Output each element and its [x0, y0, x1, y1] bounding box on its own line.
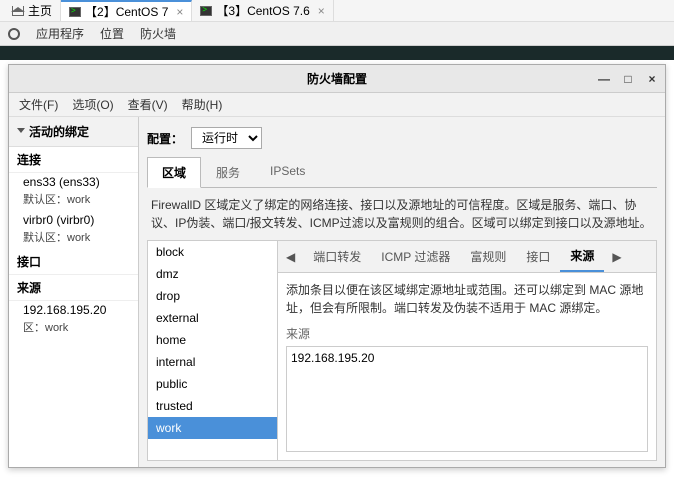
bindings-pane: 活动的绑定 连接 ens33 (ens33) 默认区：work virbr0 (… [9, 117, 139, 467]
scroll-right-icon[interactable]: ▶ [604, 246, 629, 268]
firewall-window: 防火墙配置 — □ × 文件(F) 选项(O) 查看(V) 帮助(H) 活动的绑… [8, 64, 666, 468]
tab-ipsets[interactable]: IPSets [255, 157, 320, 187]
zone-item-external[interactable]: external [148, 307, 277, 329]
gnome-top-bar: 应用程序 位置 防火墙 [0, 22, 674, 46]
conn-ens33[interactable]: ens33 (ens33) [9, 173, 138, 191]
tab-services[interactable]: 服务 [201, 157, 255, 187]
menu-view[interactable]: 查看(V) [128, 96, 168, 113]
zone-item-work[interactable]: work [148, 417, 277, 439]
zone-item-dmz[interactable]: dmz [148, 263, 277, 285]
scroll-left-icon[interactable]: ◀ [278, 246, 303, 268]
config-row: 配置： 运行时 [147, 123, 657, 157]
zone-item-home[interactable]: home [148, 329, 277, 351]
zone-description: FirewallD 区域定义了绑定的网络连接、接口以及源地址的可信程度。区域是服… [147, 188, 657, 240]
source-entry[interactable]: 192.168.195.20 [291, 351, 643, 365]
host-tab-2[interactable]: 【3】CentOS 7.6× [192, 0, 333, 21]
source-list[interactable]: 192.168.195.20 [286, 346, 648, 452]
sub-tab-rich[interactable]: 富规则 [460, 242, 516, 271]
config-label: 配置： [147, 130, 183, 147]
desktop-strip [0, 46, 674, 60]
maximize-button[interactable]: □ [621, 72, 635, 86]
zone-detail: ◀ 端口转发 ICMP 过滤器 富规则 接口 来源 ▶ 添加条目以便在该区域绑定… [278, 241, 656, 460]
menu-file[interactable]: 文件(F) [19, 96, 58, 113]
source-column-header: 来源 [278, 325, 656, 346]
zone-item-internal[interactable]: internal [148, 351, 277, 373]
terminal-icon [69, 7, 81, 17]
source-ip[interactable]: 192.168.195.20 [9, 301, 138, 319]
conn-virbr0-zone: 默认区：work [9, 229, 138, 249]
detail-description: 添加条目以便在该区域绑定源地址或范围。还可以绑定到 MAC 源地址，但会有所限制… [278, 273, 656, 325]
close-button[interactable]: × [645, 72, 659, 86]
section-connections: 连接 [9, 147, 138, 173]
conn-virbr0[interactable]: virbr0 (virbr0) [9, 211, 138, 229]
zone-item-drop[interactable]: drop [148, 285, 277, 307]
zone-list[interactable]: blockdmzdropexternalhomeinternalpublictr… [148, 241, 278, 460]
gear-icon [8, 28, 20, 40]
zone-tabs: 区域 服务 IPSets [147, 157, 657, 188]
zone-item-block[interactable]: block [148, 241, 277, 263]
host-tabs: 主页 【2】CentOS 7× 【3】CentOS 7.6× [0, 0, 674, 22]
window-title: 防火墙配置 [307, 70, 367, 87]
minimize-button[interactable]: — [597, 72, 611, 86]
menubar: 文件(F) 选项(O) 查看(V) 帮助(H) [9, 93, 665, 117]
section-sources: 来源 [9, 275, 138, 301]
host-tab-1[interactable]: 【2】CentOS 7× [61, 0, 192, 21]
sub-tab-icmp[interactable]: ICMP 过滤器 [371, 242, 460, 271]
sub-tab-src[interactable]: 来源 [560, 241, 604, 272]
host-tab-home[interactable]: 主页 [4, 0, 61, 21]
main-pane: 配置： 运行时 区域 服务 IPSets FirewallD 区域定义了绑定的网… [139, 117, 665, 467]
chevron-down-icon [17, 128, 25, 137]
sub-tab-portfwd[interactable]: 端口转发 [303, 242, 371, 271]
menu-help[interactable]: 帮助(H) [182, 96, 223, 113]
home-icon [12, 6, 24, 16]
menu-options[interactable]: 选项(O) [72, 96, 113, 113]
source-zone: 区：work [9, 319, 138, 339]
sub-tabs: ◀ 端口转发 ICMP 过滤器 富规则 接口 来源 ▶ [278, 241, 656, 273]
zone-item-trusted[interactable]: trusted [148, 395, 277, 417]
bindings-header[interactable]: 活动的绑定 [9, 117, 138, 147]
tab-zones[interactable]: 区域 [147, 157, 201, 188]
gnome-places[interactable]: 位置 [100, 25, 124, 42]
gnome-firewall[interactable]: 防火墙 [140, 25, 176, 42]
titlebar: 防火墙配置 — □ × [9, 65, 665, 93]
close-icon: × [176, 5, 183, 19]
terminal-icon [200, 6, 212, 16]
sub-tab-iface[interactable]: 接口 [516, 242, 560, 271]
conn-ens33-zone: 默认区：work [9, 191, 138, 211]
config-select[interactable]: 运行时 [191, 127, 262, 149]
gnome-apps[interactable]: 应用程序 [36, 25, 84, 42]
zone-item-public[interactable]: public [148, 373, 277, 395]
section-interfaces: 接口 [9, 249, 138, 275]
close-icon: × [318, 4, 325, 18]
